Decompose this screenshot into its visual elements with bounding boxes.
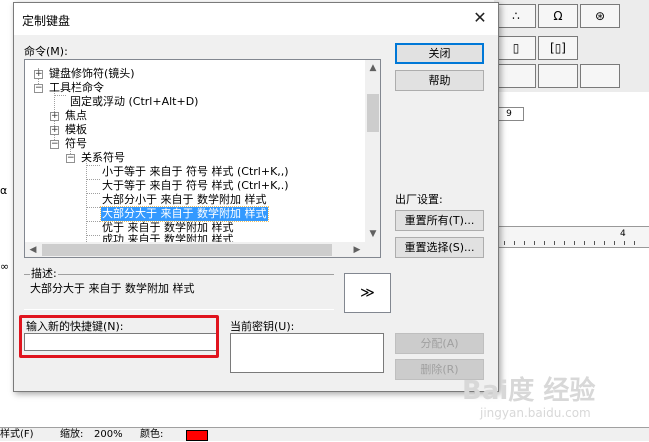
tree-guide-line	[86, 179, 100, 180]
symbol-button-circled[interactable]: ⊛	[580, 4, 620, 28]
tree-guide-line	[86, 235, 100, 236]
tree-guide-line	[54, 95, 66, 96]
vertical-scroll-thumb[interactable]	[367, 94, 379, 132]
collapse-minus-icon[interactable]: −	[50, 140, 59, 149]
template-button-bracket[interactable]: [▯]	[538, 36, 578, 60]
new-shortcut-input[interactable]	[24, 333, 219, 351]
symbol-button-omega[interactable]: Ω	[538, 4, 578, 28]
watermark-url: jingyan.baidu.com	[480, 406, 591, 420]
description-label: 描述:	[30, 265, 58, 281]
horizontal-scroll-thumb[interactable]	[42, 244, 332, 256]
left-glyph-alpha: α	[0, 184, 8, 197]
close-icon[interactable]: ✕	[470, 8, 490, 28]
symbol-button-therefore[interactable]: ∴	[496, 4, 536, 28]
status-color-swatch[interactable]	[186, 430, 208, 441]
symbol-preview: ≫	[344, 273, 391, 313]
template-button-empty-3[interactable]	[580, 64, 620, 88]
tree-horizontal-scrollbar[interactable]: ◀ ▶	[25, 242, 365, 257]
tree-guide-line	[86, 193, 100, 194]
scrollbar-corner	[365, 242, 380, 257]
scroll-down-arrow-icon[interactable]: ▼	[365, 226, 380, 242]
template-button-empty-2[interactable]	[538, 64, 578, 88]
help-button[interactable]: 帮助	[395, 70, 484, 91]
dialog-title-bar[interactable]: 定制键盘 ✕	[14, 3, 498, 35]
tree-guide-line	[86, 165, 100, 166]
collapse-minus-icon[interactable]: −	[66, 154, 75, 163]
status-color-label: 颜色:	[140, 429, 164, 440]
close-button[interactable]: 关闭	[395, 43, 484, 64]
ruler: 4	[494, 226, 649, 248]
tree-guide-line	[86, 221, 100, 222]
status-style-label: 样式(F)	[0, 429, 34, 440]
command-tree[interactable]: + 键盘修饰符(镜头) − 工具栏命令 固定或浮动 (Ctrl+Alt+D) +…	[24, 59, 381, 258]
watermark-main: Bai度 经验	[462, 376, 596, 406]
tree-vertical-scrollbar[interactable]: ▲ ▼	[365, 60, 380, 242]
scroll-up-arrow-icon[interactable]: ▲	[365, 60, 380, 76]
left-palette-edge: α ∞	[0, 110, 12, 300]
customize-keyboard-dialog: 定制键盘 ✕ 命令(M): + 键盘修饰符(镜头) − 工具栏命令 固定或浮动 …	[13, 2, 499, 392]
expand-plus-icon[interactable]: +	[34, 70, 43, 79]
status-zoom-value[interactable]: 200%	[94, 428, 123, 442]
reset-all-button[interactable]: 重置所有(T)...	[395, 210, 484, 231]
left-glyph-infinity: ∞	[0, 260, 10, 273]
collapse-minus-icon[interactable]: −	[34, 84, 43, 93]
assign-button[interactable]: 分配(A)	[395, 333, 484, 354]
template-button-empty-1[interactable]	[496, 64, 536, 88]
tree-guide-line	[86, 158, 87, 242]
scroll-right-arrow-icon[interactable]: ▶	[349, 242, 365, 257]
dialog-title: 定制键盘	[22, 14, 71, 28]
expand-plus-icon[interactable]: +	[50, 112, 59, 121]
commands-label: 命令(M):	[24, 45, 68, 58]
symbol-toolbar: ∴ Ω ⊛ ▯ [▯]	[494, 0, 649, 92]
factory-settings-label: 出厂设置:	[395, 193, 443, 206]
new-shortcut-label: 输入新的快捷键(N):	[26, 320, 124, 333]
reset-selection-button[interactable]: 重置选择(S)...	[395, 237, 484, 258]
baidu-watermark: Bai度 经验 jingyan.baidu.com	[462, 370, 642, 430]
template-button-box[interactable]: ▯	[496, 36, 536, 60]
description-group: 大部分大于 来自于 数学附加 样式	[24, 274, 334, 310]
description-text: 大部分大于 来自于 数学附加 样式	[30, 282, 195, 295]
expand-plus-icon[interactable]: +	[50, 126, 59, 135]
ruler-number: 4	[620, 229, 626, 239]
current-keys-label: 当前密钥(U):	[230, 320, 295, 333]
tree-guide-line	[86, 207, 100, 208]
status-zoom-label: 缩放:	[60, 429, 84, 440]
scroll-left-arrow-icon[interactable]: ◀	[25, 242, 41, 257]
current-keys-list[interactable]	[230, 333, 384, 373]
